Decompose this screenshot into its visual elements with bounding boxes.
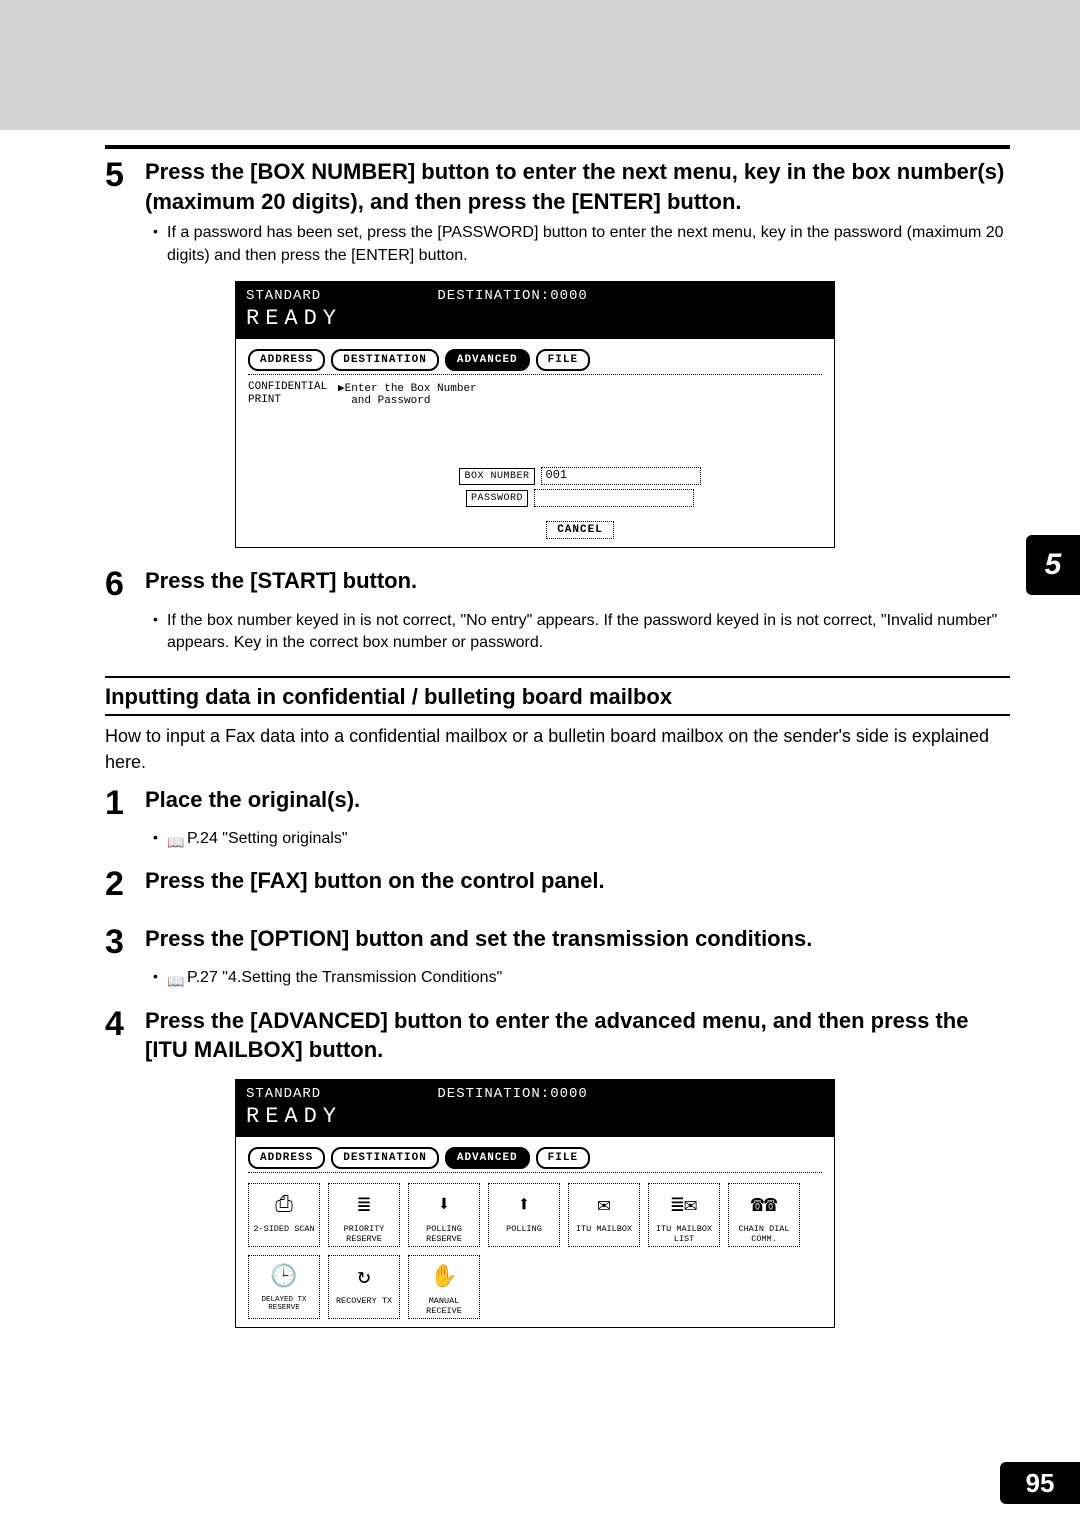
- step-title-2: Press the [FAX] button on the control pa…: [145, 866, 605, 896]
- divider: [105, 714, 1010, 716]
- adv-delayed-tx-button[interactable]: 🕒 DELAYED TXRESERVE: [248, 1255, 320, 1319]
- step-title-3: Press the [OPTION] button and set the tr…: [145, 924, 812, 954]
- screen1-destination: DESTINATION:0000: [437, 288, 587, 304]
- screen1-standard: STANDARD: [246, 288, 321, 304]
- page-number: 95: [1000, 1462, 1080, 1504]
- book-icon: 📖: [167, 972, 183, 984]
- step-number-5: 5: [105, 157, 145, 194]
- hand-icon: ✋: [409, 1258, 479, 1296]
- step-number-2: 2: [105, 866, 145, 903]
- screen2-standard: STANDARD: [246, 1086, 321, 1102]
- tab-destination[interactable]: DESTINATION: [331, 1147, 439, 1169]
- tab-address[interactable]: ADDRESS: [248, 1147, 325, 1169]
- tab-advanced[interactable]: ADVANCED: [445, 349, 530, 371]
- tab-file[interactable]: FILE: [536, 349, 590, 371]
- step-title-5: Press the [BOX NUMBER] button to enter t…: [145, 157, 1010, 216]
- adv-itu-mailbox-list-button[interactable]: ≣✉ ITU MAILBOX LIST: [648, 1183, 720, 1247]
- bullet-dot: •: [153, 828, 167, 848]
- recovery-icon: ↻: [329, 1258, 399, 1296]
- bullet-dot: •: [153, 610, 167, 630]
- tray-down-icon: ⬇: [409, 1186, 479, 1224]
- tab-destination[interactable]: DESTINATION: [331, 349, 439, 371]
- step3-ref: 📖P.27 "4.Setting the Transmission Condit…: [167, 967, 1010, 989]
- adv-2sided-scan-button[interactable]: ⎙ 2-SIDED SCAN: [248, 1183, 320, 1247]
- step6-note: If the box number keyed in is not correc…: [167, 610, 1010, 655]
- password-button[interactable]: PASSWORD: [466, 490, 528, 507]
- page-header-grey: [0, 0, 1080, 130]
- adv-manual-receive-button[interactable]: ✋ MANUAL RECEIVE: [408, 1255, 480, 1319]
- cancel-button[interactable]: CANCEL: [546, 521, 614, 539]
- screen2-ready: READY: [246, 1104, 824, 1129]
- tab-address[interactable]: ADDRESS: [248, 349, 325, 371]
- document-duplex-icon: ⎙: [249, 1186, 319, 1224]
- step1-ref: 📖P.24 "Setting originals": [167, 828, 1010, 850]
- step-title-1: Place the original(s).: [145, 785, 360, 815]
- mailbox-icon: ✉: [569, 1186, 639, 1224]
- step-number-1: 1: [105, 785, 145, 822]
- step-number-3: 3: [105, 924, 145, 961]
- step-number-6: 6: [105, 566, 145, 603]
- lcd-screenshot-2: STANDARD DESTINATION:0000 READY ADDRESS …: [235, 1079, 835, 1328]
- tab-file[interactable]: FILE: [536, 1147, 590, 1169]
- password-input[interactable]: [534, 489, 694, 507]
- clock-icon: 🕒: [249, 1258, 319, 1296]
- step-number-4: 4: [105, 1006, 145, 1043]
- divider: [105, 145, 1010, 149]
- screen1-ready: READY: [246, 306, 824, 331]
- bullet-dot: •: [153, 967, 167, 987]
- tray-icon: ⬆: [489, 1186, 559, 1224]
- divider: [105, 676, 1010, 678]
- chapter-tab: 5: [1026, 535, 1080, 595]
- adv-recovery-tx-button[interactable]: ↻ RECOVERY TX: [328, 1255, 400, 1319]
- box-number-button[interactable]: BOX NUMBER: [459, 468, 534, 485]
- adv-polling-button[interactable]: ⬆ POLLING: [488, 1183, 560, 1247]
- step5-note: If a password has been set, press the [P…: [167, 222, 1010, 267]
- subsection-heading: Inputting data in confidential / bulleti…: [105, 684, 1010, 710]
- chain-icon: ☎☎: [729, 1186, 799, 1224]
- subsection-intro: How to input a Fax data into a confident…: [105, 724, 1010, 774]
- tab-advanced[interactable]: ADVANCED: [445, 1147, 530, 1169]
- bullet-dot: •: [153, 222, 167, 242]
- screen1-prompt: ▶Enter the Box Number and Password: [338, 381, 822, 407]
- step-title-6: Press the [START] button.: [145, 566, 417, 596]
- list-icon: ≣: [329, 1186, 399, 1224]
- screen1-sidebar: CONFIDENTIAL PRINT: [248, 381, 338, 539]
- adv-itu-mailbox-button[interactable]: ✉ ITU MAILBOX: [568, 1183, 640, 1247]
- adv-chain-dial-button[interactable]: ☎☎ CHAIN DIAL COMM.: [728, 1183, 800, 1247]
- screen2-destination: DESTINATION:0000: [437, 1086, 587, 1102]
- step-title-4: Press the [ADVANCED] button to enter the…: [145, 1006, 1010, 1065]
- lcd-screenshot-1: STANDARD DESTINATION:0000 READY ADDRESS …: [235, 281, 835, 548]
- adv-polling-reserve-button[interactable]: ⬇ POLLING RESERVE: [408, 1183, 480, 1247]
- adv-priority-reserve-button[interactable]: ≣ PRIORITY RESERVE: [328, 1183, 400, 1247]
- mailbox-list-icon: ≣✉: [649, 1186, 719, 1224]
- book-icon: 📖: [167, 833, 183, 845]
- box-number-input[interactable]: 001: [541, 467, 701, 485]
